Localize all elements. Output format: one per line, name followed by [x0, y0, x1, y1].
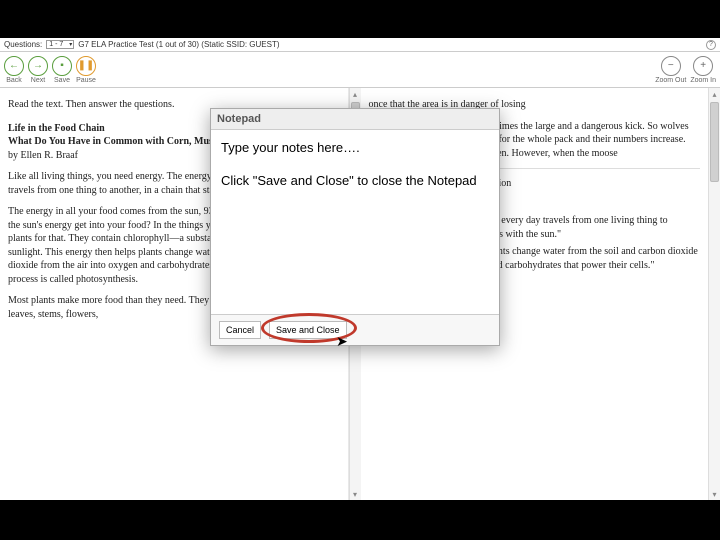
zoom-out-label: Zoom Out [655, 77, 686, 84]
zoom-in-icon: + [693, 56, 713, 76]
scroll-up-icon[interactable]: ▴ [350, 88, 361, 100]
save-icon: ▪ [52, 56, 72, 76]
questions-label: Questions: [4, 40, 42, 49]
pause-label: Pause [76, 77, 96, 84]
next-button[interactable]: → Next [28, 56, 48, 84]
save-button[interactable]: ▪ Save [52, 56, 72, 84]
test-title: G7 ELA Practice Test (1 out of 30) (Stat… [78, 40, 279, 49]
zoom-in-button[interactable]: + Zoom In [690, 56, 716, 84]
back-label: Back [6, 77, 22, 84]
pause-button[interactable]: ❚❚ Pause [76, 56, 96, 84]
notepad-line2: Click "Save and Close" to close the Note… [221, 173, 489, 188]
scroll-up-icon[interactable]: ▴ [709, 88, 720, 100]
help-icon[interactable]: ? [706, 40, 716, 50]
scroll-down-icon[interactable]: ▾ [350, 488, 361, 500]
save-and-close-button[interactable]: Save and Close [269, 321, 347, 339]
scroll-down-icon[interactable]: ▾ [709, 488, 720, 500]
scroll-thumb[interactable] [710, 102, 719, 182]
right-scrollbar[interactable]: ▴ ▾ [708, 88, 720, 500]
zoom-out-icon: − [661, 56, 681, 76]
save-label: Save [54, 77, 70, 84]
notepad-title[interactable]: Notepad [211, 109, 499, 130]
arrow-left-icon: ← [4, 56, 24, 76]
notepad-dialog: Notepad Type your notes here…. Click "Sa… [210, 108, 500, 346]
toolbar: ← Back → Next ▪ Save ❚❚ Pause − Zoom Out [0, 52, 720, 88]
notepad-textarea[interactable]: Type your notes here…. Click "Save and C… [211, 130, 499, 315]
questions-dropdown[interactable]: 1 - 7 [46, 40, 74, 49]
cancel-button[interactable]: Cancel [219, 321, 261, 339]
pause-icon: ❚❚ [76, 56, 96, 76]
zoom-out-button[interactable]: − Zoom Out [655, 56, 686, 84]
notepad-line1: Type your notes here…. [221, 140, 489, 155]
arrow-right-icon: → [28, 56, 48, 76]
next-label: Next [31, 77, 45, 84]
status-bar: Questions: 1 - 7 G7 ELA Practice Test (1… [0, 38, 720, 52]
notepad-footer: Cancel Save and Close ➤ [211, 315, 499, 345]
back-button[interactable]: ← Back [4, 56, 24, 84]
zoom-in-label: Zoom In [690, 77, 716, 84]
